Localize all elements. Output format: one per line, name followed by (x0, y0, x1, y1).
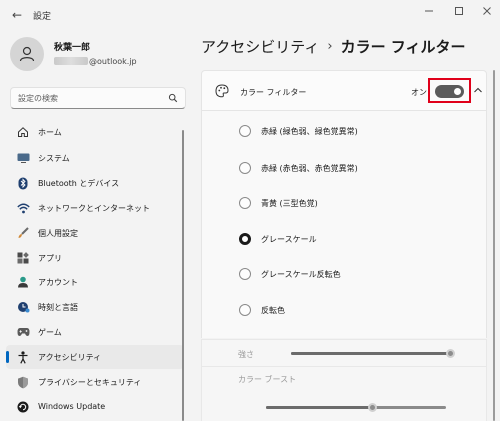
sidebar-item-apps[interactable]: アプリ (6, 246, 184, 270)
sidebar-scrollbar[interactable] (182, 130, 184, 421)
user-email-line: @outlook.jp (54, 56, 137, 66)
slider-fill (266, 406, 374, 409)
sidebar-item-gaming[interactable]: ゲーム (6, 320, 184, 344)
color-boost-slider[interactable] (266, 403, 446, 412)
wifi-icon (16, 201, 30, 215)
sidebar-item-system[interactable]: システム (6, 146, 184, 170)
sidebar-item-bluetooth[interactable]: Bluetooth とデバイス (6, 171, 184, 195)
user-name: 秋葉一郎 (54, 43, 91, 53)
palette-icon (215, 84, 229, 98)
option-label: 赤緑 (緑色弱、緑色覚異常) (261, 126, 358, 136)
gamepad-icon (16, 325, 30, 339)
apps-icon (16, 251, 30, 265)
sidebar-item-accessibility[interactable]: アクセシビリティ (6, 345, 184, 369)
account-icon (16, 275, 30, 289)
radio-button[interactable] (239, 304, 251, 316)
option-label: グレースケール (261, 234, 317, 244)
back-arrow-icon: ← (11, 8, 23, 22)
toggle-knob (454, 88, 461, 95)
filter-option-protanopia[interactable]: 赤緑 (赤色弱、赤色覚異常) (239, 160, 358, 176)
color-boost-row: カラー ブースト (201, 367, 487, 421)
intensity-row: 強さ (201, 339, 487, 367)
avatar[interactable] (10, 37, 44, 71)
breadcrumb-separator: › (327, 39, 333, 54)
option-label: 反転色 (261, 305, 285, 315)
sidebar-item-label: アカウント (38, 278, 78, 287)
time-language-icon (16, 300, 30, 314)
color-filter-title: カラー フィルター (240, 88, 307, 97)
radio-button-selected[interactable] (239, 233, 251, 245)
page-title: カラー フィルター (340, 38, 466, 56)
sidebar-item-label: ホーム (38, 128, 62, 137)
close-icon (483, 7, 491, 15)
home-icon (16, 125, 30, 139)
slider-thumb[interactable] (446, 349, 455, 358)
intensity-label: 強さ (238, 350, 254, 359)
accessibility-icon (16, 350, 30, 364)
sidebar-item-network[interactable]: ネットワークとインターネット (6, 196, 184, 220)
radio-button[interactable] (239, 162, 251, 174)
sidebar-item-windows-update[interactable]: Windows Update (6, 395, 184, 419)
system-icon (16, 151, 30, 165)
user-email: @outlook.jp (89, 56, 137, 66)
sidebar-item-label: 個人用設定 (38, 229, 78, 238)
main-scrollbar[interactable] (493, 70, 495, 421)
sidebar-item-time-language[interactable]: 時刻と言語 (6, 295, 184, 319)
sidebar-item-accounts[interactable]: アカウント (6, 270, 184, 294)
maximize-icon (455, 7, 463, 15)
filter-option-grayscale[interactable]: グレースケール (239, 231, 317, 247)
brush-icon (16, 226, 30, 240)
sidebar-item-label: アプリ (38, 254, 62, 263)
sidebar-item-privacy-security[interactable]: プライバシーとセキュリティ (6, 370, 184, 394)
back-button[interactable]: ← (8, 6, 26, 24)
breadcrumb-parent[interactable]: アクセシビリティ (201, 36, 319, 57)
minimize-icon (425, 10, 433, 12)
sidebar-item-label: プライバシーとセキュリティ (38, 378, 142, 387)
filter-options-panel: 赤緑 (緑色弱、緑色覚異常) 赤緑 (赤色弱、赤色覚異常) 青黄 (三型色覚) … (201, 111, 487, 338)
chevron-up-icon[interactable] (472, 84, 484, 96)
search-placeholder: 設定の検索 (18, 94, 58, 103)
filter-option-inverted[interactable]: 反転色 (239, 302, 285, 318)
intensity-slider[interactable] (291, 349, 455, 358)
update-icon (16, 400, 30, 414)
option-label: 赤緑 (赤色弱、赤色覚異常) (261, 163, 358, 173)
minimize-button[interactable] (420, 4, 438, 18)
breadcrumb: アクセシビリティ › カラー フィルター (201, 36, 466, 57)
sidebar-item-label: Windows Update (38, 402, 106, 411)
selection-indicator (6, 351, 9, 363)
search-icon (168, 93, 178, 103)
search-input[interactable]: 設定の検索 (10, 87, 186, 109)
sidebar-item-label: ゲーム (38, 328, 62, 337)
radio-button[interactable] (239, 268, 251, 280)
filter-option-deuteranopia[interactable]: 赤緑 (緑色弱、緑色覚異常) (239, 123, 358, 139)
toggle-state-label: オン (411, 88, 427, 97)
email-redaction (54, 57, 88, 65)
color-filter-header[interactable]: カラー フィルター オン (201, 70, 487, 111)
sidebar-item-label: システム (38, 154, 70, 163)
user-icon (19, 46, 35, 62)
bluetooth-icon (16, 176, 30, 190)
option-label: グレースケール反転色 (261, 269, 341, 279)
color-filter-toggle[interactable] (435, 85, 464, 98)
app-title: 設定 (33, 12, 52, 22)
color-boost-label: カラー ブースト (238, 375, 297, 384)
slider-thumb[interactable] (368, 403, 377, 412)
sidebar-item-label: Bluetooth とデバイス (38, 179, 120, 188)
sidebar-item-home[interactable]: ホーム (6, 120, 184, 144)
shield-icon (16, 375, 30, 389)
sidebar-item-label: ネットワークとインターネット (38, 204, 150, 213)
filter-option-grayscale-inverted[interactable]: グレースケール反転色 (239, 266, 341, 282)
title-bar: ← 設定 (0, 0, 500, 30)
radio-button[interactable] (239, 125, 251, 137)
filter-option-tritanopia[interactable]: 青黄 (三型色覚) (239, 195, 318, 211)
slider-fill (291, 352, 452, 355)
option-label: 青黄 (三型色覚) (261, 198, 318, 208)
radio-button[interactable] (239, 197, 251, 209)
sidebar-item-label: 時刻と言語 (38, 303, 78, 312)
sidebar-item-label: アクセシビリティ (38, 353, 102, 362)
maximize-button[interactable] (450, 4, 468, 18)
sidebar-item-personalization[interactable]: 個人用設定 (6, 221, 184, 245)
close-button[interactable] (478, 4, 496, 18)
